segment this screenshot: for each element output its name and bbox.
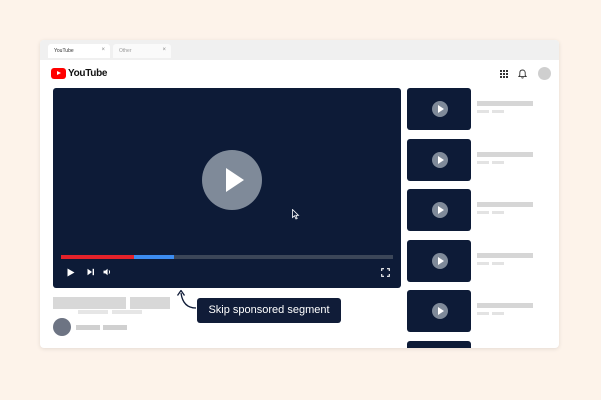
recommendation-title-placeholder: [477, 202, 533, 207]
bell-icon[interactable]: [518, 69, 527, 79]
recommendation-thumbnail[interactable]: [407, 138, 471, 181]
recommendation-meta-placeholder: [492, 312, 504, 315]
recommendation-meta-placeholder: [477, 160, 489, 164]
tab-bar: YouTube × Other ×: [40, 40, 559, 60]
video-player[interactable]: [53, 88, 401, 288]
browser-window: YouTube × Other × YouTube Skip sponsored…: [40, 40, 559, 348]
play-icon[interactable]: [67, 268, 75, 277]
recommendation-thumbnail[interactable]: [407, 189, 471, 231]
volume-icon[interactable]: [103, 268, 112, 276]
play-icon: [432, 303, 448, 319]
progress-played: [61, 255, 135, 259]
skip-sponsor-tooltip[interactable]: Skip sponsored segment: [197, 298, 341, 323]
channel-name-placeholder: [76, 325, 100, 330]
recommendation-thumbnail[interactable]: [407, 239, 471, 282]
progress-bar[interactable]: [61, 255, 393, 259]
youtube-logo[interactable]: YouTube: [51, 68, 108, 79]
next-icon[interactable]: [87, 268, 95, 276]
recommendation-thumbnail[interactable]: [407, 88, 471, 130]
video-title-placeholder: [130, 297, 170, 309]
recommendation-thumbnail[interactable]: [407, 340, 471, 348]
recommendation-meta-placeholder: [477, 110, 489, 113]
tab-other[interactable]: Other ×: [113, 44, 171, 58]
channel-avatar[interactable]: [53, 318, 71, 336]
recommendation-meta-placeholder: [492, 110, 504, 113]
recommendation-meta-placeholder: [477, 211, 489, 214]
play-icon: [432, 151, 448, 168]
youtube-play-logo-icon: [51, 68, 66, 79]
recommendation-meta-placeholder: [477, 261, 489, 265]
tab-label: YouTube: [54, 48, 74, 54]
video-meta-placeholder: [112, 310, 142, 314]
play-icon[interactable]: [202, 150, 262, 210]
close-icon[interactable]: ×: [101, 47, 105, 53]
tab-youtube[interactable]: YouTube ×: [48, 44, 110, 58]
recommendation-title-placeholder: [477, 151, 533, 157]
recommendation-title-placeholder: [477, 101, 533, 106]
recommendation-meta-placeholder: [492, 261, 504, 265]
channel-name-placeholder: [103, 325, 127, 330]
recommendation-meta-placeholder: [492, 211, 504, 214]
play-icon: [432, 252, 448, 269]
mouse-cursor-icon: [292, 209, 300, 220]
recommendation-title-placeholder: [477, 303, 533, 308]
fullscreen-icon[interactable]: [381, 268, 390, 277]
apps-grid-icon[interactable]: [500, 70, 508, 78]
sponsor-segment[interactable]: [134, 255, 174, 259]
close-icon[interactable]: ×: [162, 47, 166, 53]
recommendation-meta-placeholder: [477, 312, 489, 315]
video-title-placeholder: [53, 297, 126, 309]
tab-label: Other: [119, 48, 132, 54]
recommendation-thumbnail[interactable]: [407, 290, 471, 332]
play-icon: [432, 101, 448, 117]
logo-text: YouTube: [68, 68, 108, 79]
avatar[interactable]: [538, 67, 551, 80]
play-icon: [432, 202, 448, 218]
recommendation-meta-placeholder: [492, 160, 504, 164]
recommendation-title-placeholder: [477, 252, 533, 258]
video-meta-placeholder: [78, 310, 108, 314]
